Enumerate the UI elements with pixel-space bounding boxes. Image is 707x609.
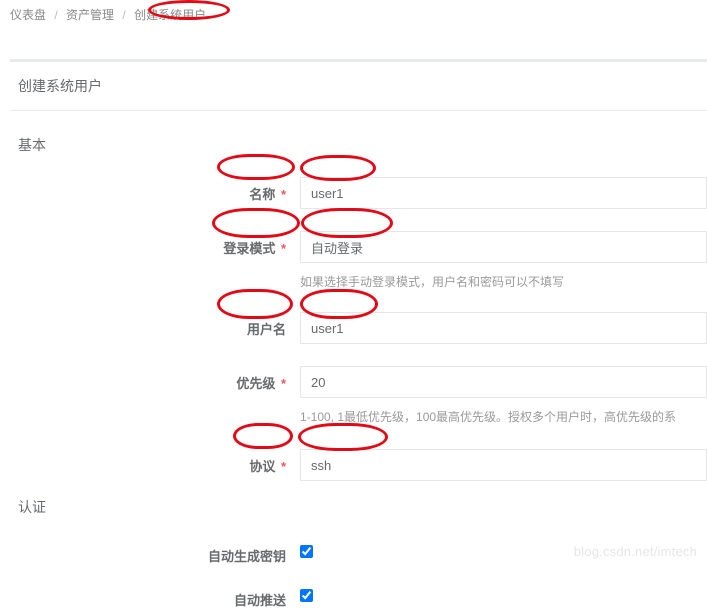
label-protocol: 协议 * bbox=[10, 449, 300, 475]
section-title-auth: 认证 bbox=[18, 497, 707, 517]
required-mark: * bbox=[277, 459, 286, 474]
breadcrumb-sep: / bbox=[122, 8, 125, 22]
row-protocol: 协议 * bbox=[10, 425, 707, 481]
watermark: blog.csdn.net/imtech bbox=[574, 544, 697, 559]
username-input[interactable] bbox=[300, 312, 707, 344]
required-mark: * bbox=[277, 376, 286, 391]
row-login-mode: 登录模式 * 如果选择手动登录模式，用户名和密码可以不填写 bbox=[10, 209, 707, 290]
required-mark: * bbox=[277, 187, 286, 202]
breadcrumb-item-dashboard[interactable]: 仪表盘 bbox=[10, 8, 46, 22]
label-name: 名称 * bbox=[10, 177, 300, 203]
label-autogen-key: 自动生成密钥 bbox=[10, 539, 300, 565]
page-title: 创建系统用户 bbox=[10, 62, 707, 111]
row-name: 名称 * bbox=[10, 167, 707, 209]
required-mark: * bbox=[277, 241, 286, 256]
login-mode-select[interactable] bbox=[300, 231, 707, 263]
row-auto-push: 自动推送 bbox=[10, 565, 707, 609]
autogen-key-checkbox[interactable] bbox=[300, 545, 313, 558]
row-username: 用户名 bbox=[10, 290, 707, 344]
breadcrumb-item-assets[interactable]: 资产管理 bbox=[66, 8, 114, 22]
breadcrumb-sep: / bbox=[54, 8, 57, 22]
label-username: 用户名 bbox=[10, 312, 300, 338]
label-priority: 优先级 * bbox=[10, 366, 300, 392]
row-priority: 优先级 * 1-100, 1最低优先级，100最高优先级。授权多个用户时，高优先… bbox=[10, 344, 707, 425]
breadcrumb-item-current: 创建系统用户 bbox=[134, 8, 206, 22]
help-priority: 1-100, 1最低优先级，100最高优先级。授权多个用户时，高优先级的系 bbox=[300, 408, 707, 425]
label-auto-push: 自动推送 bbox=[10, 583, 300, 609]
protocol-select[interactable] bbox=[300, 449, 707, 481]
priority-input[interactable] bbox=[300, 366, 707, 398]
section-title-basic: 基本 bbox=[18, 135, 707, 155]
breadcrumb: 仪表盘 / 资产管理 / 创建系统用户 bbox=[0, 0, 707, 31]
auto-push-checkbox[interactable] bbox=[300, 589, 313, 602]
label-login-mode: 登录模式 * bbox=[10, 231, 300, 257]
name-input[interactable] bbox=[300, 177, 707, 209]
section-basic: 基本 名称 * 登录模式 * 如果选择手动登录模式，用户名和密码可以不填写 用户… bbox=[10, 135, 707, 481]
panel: 创建系统用户 基本 名称 * 登录模式 * 如果选择手动登录模式，用户名和密码可… bbox=[10, 59, 707, 609]
help-login-mode: 如果选择手动登录模式，用户名和密码可以不填写 bbox=[300, 273, 707, 290]
